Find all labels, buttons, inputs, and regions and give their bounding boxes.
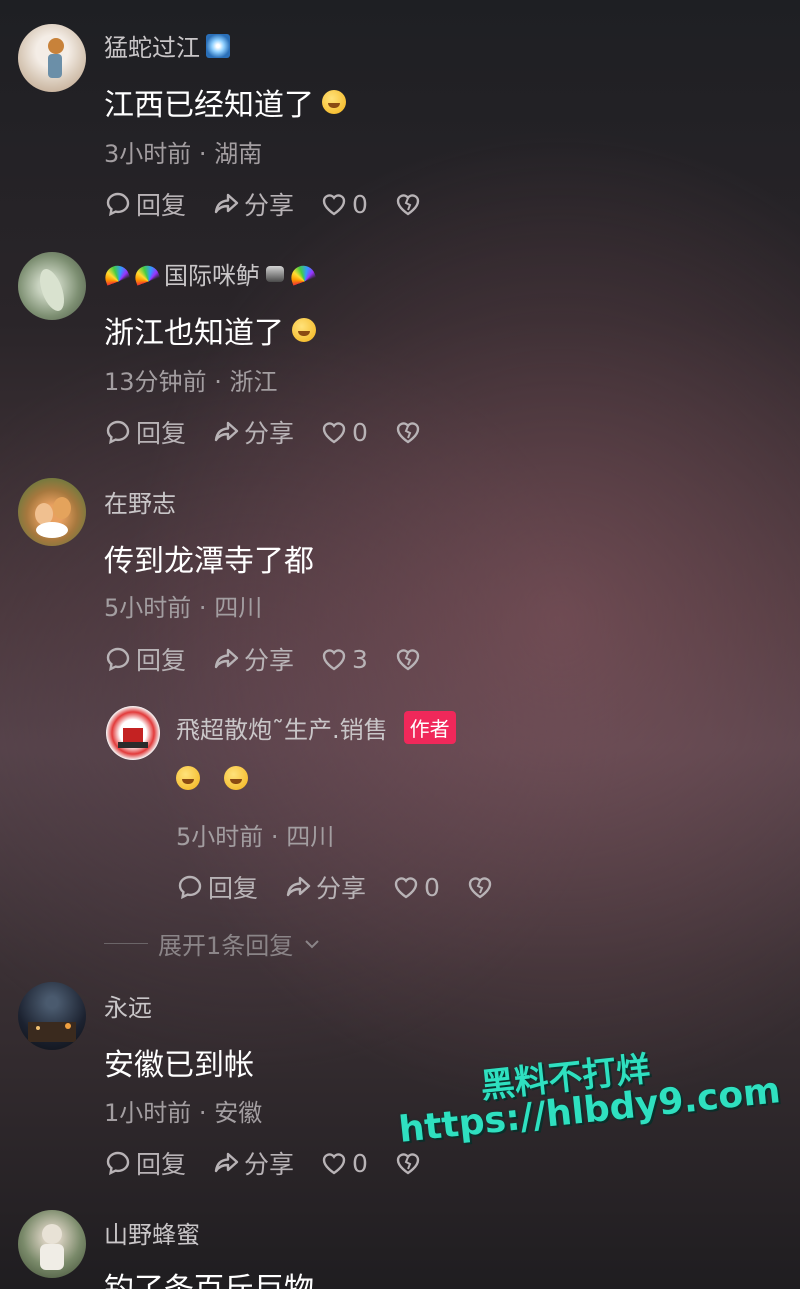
share-arrow-icon [286,876,311,897]
comment-username[interactable]: 国际咪鲈 [101,256,317,291]
rainbow-emoji-icon [131,261,161,286]
heart-icon [322,649,346,671]
share-button[interactable]: 分享 [212,186,294,222]
reply-actions: 回复 分享 0 [176,869,520,905]
broken-heart-icon [396,422,420,444]
comment-meta: 13分钟前 · 浙江 [104,368,278,396]
broken-heart-icon [468,877,492,899]
comment-meta: 5小时前 · 四川 [104,594,263,622]
comment-username[interactable]: 猛蛇过江 [104,28,230,63]
avatar[interactable] [18,24,86,92]
badge-icon [266,265,284,282]
avatar[interactable] [18,982,86,1050]
reply-button[interactable]: 回复 [104,414,186,450]
like-button[interactable]: 0 [320,1149,368,1178]
share-button[interactable]: 分享 [212,414,294,450]
like-button[interactable]: 0 [320,418,368,447]
comment-username[interactable]: 永远 [104,988,152,1023]
speech-bubble-icon [106,420,130,445]
like-button[interactable]: 3 [320,645,368,674]
reply-button[interactable]: 回复 [104,1145,186,1181]
reply-username[interactable]: 飛超散炮˜生产.销售 作者 [176,710,456,745]
broken-heart-icon [396,1153,420,1175]
avatar[interactable] [18,478,86,546]
comment-actions: 回复 分享 3 [104,641,448,677]
heart-icon [322,194,346,216]
dislike-button[interactable] [466,873,494,901]
author-badge: 作者 [403,711,456,744]
speech-bubble-icon [106,647,130,672]
like-button[interactable]: 0 [320,190,368,219]
broken-heart-icon [396,649,420,671]
rainbow-emoji-icon [287,261,317,286]
comment-text: 传到龙潭寺了都 [104,544,314,579]
share-arrow-icon [214,421,239,442]
thinking-emoji-icon [322,90,346,114]
like-button[interactable]: 0 [392,873,440,902]
rofl-emoji-icon [176,766,200,790]
broken-heart-icon [396,194,420,216]
comment-actions: 回复 分享 0 [104,1145,448,1181]
speech-bubble-icon [106,192,130,217]
heart-icon [394,877,418,899]
avatar[interactable] [18,252,86,320]
chevron-down-icon [305,939,319,948]
comment-text: 安徽已到帐 [104,1048,254,1083]
dislike-button[interactable] [394,1149,422,1177]
share-arrow-icon [214,1152,239,1173]
rainbow-emoji-icon [101,261,131,286]
share-arrow-icon [214,193,239,214]
heart-icon [322,422,346,444]
divider [104,943,148,944]
avatar[interactable] [18,1210,86,1278]
comment-meta: 3小时前 · 湖南 [104,140,263,168]
expand-replies-button[interactable]: 展开1条回复 [104,926,321,961]
share-button[interactable]: 分享 [212,641,294,677]
comment-text: 江西已经知道了 [104,80,346,124]
comment-text: 浙江也知道了 [104,308,316,352]
sparkle-emoji-icon [206,33,230,58]
reply-text [176,766,248,790]
comment-username[interactable]: 在野志 [104,484,176,519]
author-avatar[interactable] [106,706,160,760]
dislike-button[interactable] [394,418,422,446]
comment-username[interactable]: 山野蜂蜜 [104,1215,200,1250]
comment-actions: 回复 分享 0 [104,414,448,450]
reply-button[interactable]: 回复 [176,869,258,905]
reply-meta: 5小时前 · 四川 [176,823,335,851]
share-button[interactable]: 分享 [284,869,366,905]
comment-actions: 回复 分享 0 [104,186,448,222]
share-arrow-icon [214,648,239,669]
rofl-emoji-icon [224,766,248,790]
share-button[interactable]: 分享 [212,1145,294,1181]
comment-meta: 1小时前 · 安徽 [104,1099,263,1127]
reply-button[interactable]: 回复 [104,186,186,222]
speech-bubble-icon [178,875,202,900]
dislike-button[interactable] [394,645,422,673]
reply-button[interactable]: 回复 [104,641,186,677]
comment-text: 钓了条百斤巨物 [104,1264,314,1289]
heart-icon [322,1153,346,1175]
dislike-button[interactable] [394,190,422,218]
smirk-emoji-icon [292,318,316,342]
speech-bubble-icon [106,1151,130,1176]
